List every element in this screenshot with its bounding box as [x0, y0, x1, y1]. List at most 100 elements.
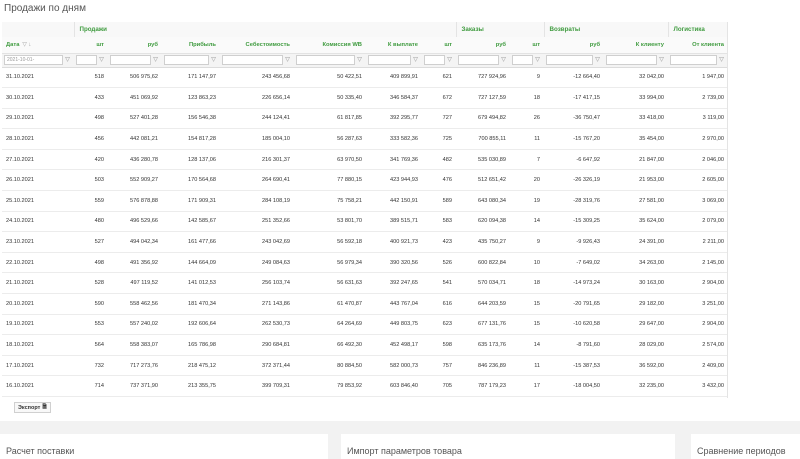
filter-input[interactable] — [296, 55, 355, 65]
column-header[interactable]: руб — [456, 37, 511, 54]
filter-input[interactable] — [512, 55, 534, 65]
value-cell: 781 — [422, 396, 457, 398]
value-cell: 600 822,84 — [456, 252, 511, 274]
filter-funnel-icon[interactable]: ▽ — [151, 55, 160, 65]
table-row[interactable]: 15.10.2021725750 664,00217 215,21403 308… — [2, 396, 727, 398]
value-cell: -6 647,92 — [544, 149, 605, 171]
value-cell: 66 492,30 — [294, 334, 366, 356]
table-row[interactable]: 22.10.2021 498 491 356,92 144 664,09 249 084… — [2, 252, 727, 274]
filter-box: ▽ — [512, 55, 542, 66]
filter-input[interactable] — [424, 55, 446, 65]
column-header[interactable]: шт — [422, 37, 457, 54]
table-row[interactable]: 19.10.2021 553 557 240,02 192 606,64 262 530… — [2, 314, 727, 336]
column-header[interactable]: Комиссия WB — [294, 37, 366, 54]
column-header[interactable]: шт — [510, 37, 545, 54]
column-header[interactable]: От клиента — [668, 37, 727, 54]
value-cell: 1 947,00 — [668, 67, 727, 89]
column-header-label: От клиента — [692, 41, 725, 48]
value-cell: -14 973,24 — [544, 272, 605, 295]
filter-input[interactable] — [670, 55, 718, 65]
table-row[interactable]: 31.10.2021 518 506 975,62 171 147,97 243 456… — [2, 67, 727, 89]
column-header[interactable]: руб — [544, 37, 605, 54]
filter-input[interactable] — [76, 55, 97, 65]
filter-cell: 2021-10-01- ▽ — [2, 53, 74, 68]
supply-calc-card[interactable]: Расчет поставки — [0, 434, 328, 459]
value-cell: 503 — [74, 169, 108, 192]
value-cell: 264 690,41 — [220, 169, 294, 192]
value-cell: 589 — [422, 190, 457, 212]
filter-input[interactable] — [458, 55, 500, 65]
table-row[interactable]: 24.10.2021 480 496 529,66 142 585,67 251 352… — [2, 211, 727, 233]
filter-funnel-icon[interactable]: ▽ — [63, 55, 72, 65]
table-row[interactable]: 23.10.2021 527 494 042,34 161 477,66 243 042… — [2, 231, 727, 253]
supply-calc-title: Расчет поставки — [6, 446, 75, 456]
filter-input[interactable] — [368, 55, 411, 65]
column-header[interactable]: руб — [108, 37, 162, 54]
table-row[interactable]: 26.10.2021 503 552 909,27 170 564,68 264 690… — [2, 169, 727, 192]
filter-funnel-icon[interactable]: ▽ — [657, 55, 666, 65]
date-filter-input[interactable]: 2021-10-01- — [4, 55, 63, 65]
column-header[interactable]: Себестоимость — [220, 37, 294, 54]
table-row[interactable]: 29.10.2021 498 527 401,28 156 546,38 244 124… — [2, 108, 727, 130]
column-header[interactable]: Прибыль — [162, 37, 220, 54]
date-cell: 26.10.2021 — [2, 169, 74, 192]
value-cell: 494 042,34 — [108, 231, 162, 253]
column-header[interactable]: К выплате — [366, 37, 422, 54]
table-row[interactable]: 27.10.2021 420 436 280,78 128 137,06 216 301… — [2, 149, 727, 171]
filter-box: ▽ — [458, 55, 508, 66]
table-row[interactable]: 28.10.2021 456 442 081,21 154 817,28 185 004… — [2, 128, 727, 150]
value-cell: 56 631,63 — [294, 272, 366, 295]
table-row[interactable]: 25.10.2021 559 576 878,88 171 909,31 284 108… — [2, 190, 727, 212]
column-header-label: шт — [532, 41, 541, 48]
value-cell: 3 432,00 — [668, 375, 727, 397]
date-column-header[interactable]: Дата ▽ ↓ — [2, 37, 74, 54]
date-cell: 16.10.2021 — [2, 375, 74, 397]
filter-funnel-icon[interactable]: ▽ — [355, 55, 364, 65]
filter-funnel-icon[interactable]: ▽ — [717, 55, 726, 65]
filter-funnel-icon[interactable]: ▽ — [209, 55, 218, 65]
value-cell: 77 880,15 — [294, 169, 366, 192]
table-row[interactable]: 17.10.2021 732 717 273,76 218 475,12 372 371… — [2, 355, 727, 377]
import-params-card[interactable]: Импорт параметров товара — [341, 434, 675, 459]
filter-input[interactable] — [546, 55, 594, 65]
table-row[interactable]: 18.10.2021 564 558 383,07 165 786,98 290 684… — [2, 334, 727, 356]
sales-table-scroll[interactable]: Продажи Заказы Возвраты Логистика Дата ▽ ↓ шт… — [2, 22, 728, 398]
value-cell: 56 592,18 — [294, 231, 366, 253]
value-cell: 21 847,00 — [604, 149, 669, 171]
filter-input[interactable] — [606, 55, 658, 65]
export-button[interactable]: Экспорт 🗎 — [14, 402, 51, 413]
table-row[interactable]: 21.10.2021 528 497 119,52 141 012,53 256 103… — [2, 272, 727, 295]
value-cell: 15 — [510, 396, 545, 398]
filter-input[interactable] — [164, 55, 209, 65]
filter-input[interactable] — [110, 55, 151, 65]
column-header[interactable]: шт — [74, 37, 108, 54]
filter-funnel-icon[interactable]: ▽ — [283, 55, 292, 65]
filter-funnel-icon[interactable]: ▽ — [97, 55, 106, 65]
filter-funnel-icon[interactable]: ▽ — [533, 55, 542, 65]
filter-cell: ▽ — [162, 53, 220, 68]
filter-funnel-icon[interactable]: ▽ — [411, 55, 420, 65]
table-row[interactable]: 30.10.2021 433 451 069,92 123 863,23 226 656… — [2, 87, 727, 109]
filter-cell: ▽ — [604, 53, 669, 68]
value-cell: 10 — [510, 252, 545, 274]
filter-funnel-icon[interactable]: ▽ — [445, 55, 454, 65]
value-cell: -20 791,65 — [544, 293, 605, 315]
column-header[interactable]: К клиенту — [604, 37, 669, 54]
filter-funnel-icon[interactable]: ▽ — [593, 55, 602, 65]
filter-input[interactable] — [222, 55, 283, 65]
compare-periods-card[interactable]: Сравнение периодов — [691, 434, 800, 459]
value-cell: 243 042,69 — [220, 231, 294, 253]
filter-funnel-icon[interactable]: ▽ — [499, 55, 508, 65]
sort-descending-icon[interactable]: ▽ ↓ — [22, 42, 31, 48]
table-row[interactable]: 16.10.2021 714 737 371,90 213 355,75 399 709… — [2, 375, 727, 397]
filter-cell: ▽ — [668, 53, 727, 68]
value-cell: 35 624,00 — [604, 211, 669, 233]
table-row[interactable]: 20.10.2021 590 558 462,56 181 470,34 271 143… — [2, 293, 727, 315]
value-cell: 271 143,86 — [220, 293, 294, 315]
column-group-header: Логистика — [667, 22, 727, 37]
value-cell: 400 921,73 — [366, 231, 422, 253]
filter-box: ▽ — [368, 55, 420, 66]
value-cell: 61 470,87 — [294, 293, 366, 315]
value-cell: 63 970,50 — [294, 149, 366, 171]
value-cell: 390 320,56 — [366, 252, 422, 274]
